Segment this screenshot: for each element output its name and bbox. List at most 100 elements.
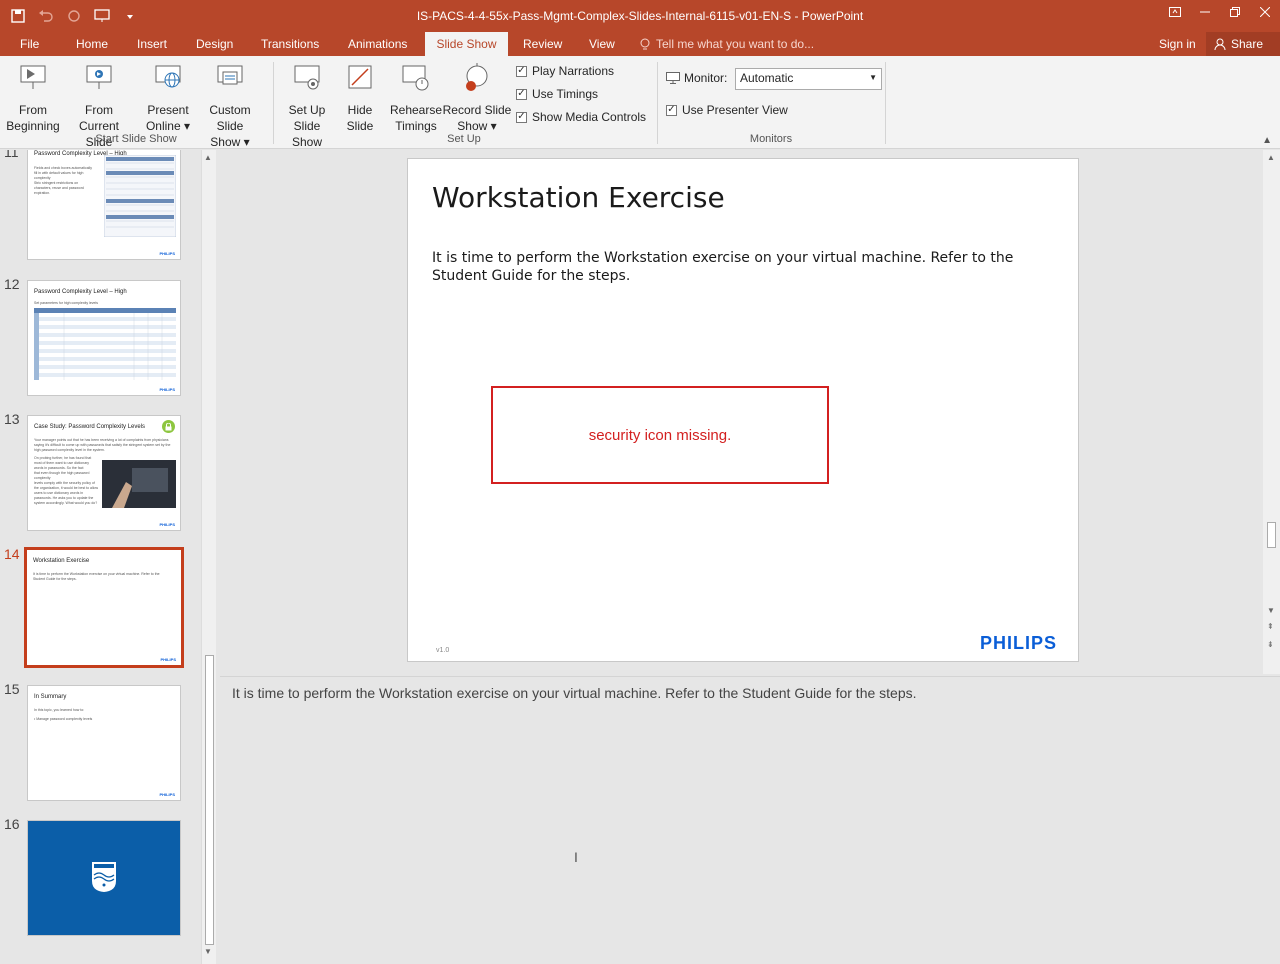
share-button[interactable]: Share: [1206, 32, 1280, 56]
ribbon: From Beginning From Current Slide Presen…: [0, 56, 1280, 149]
missing-security-icon-placeholder[interactable]: security icon missing.: [491, 386, 829, 484]
monitor-label-wrap: Monitor:: [666, 71, 727, 85]
play-narrations-checkbox[interactable]: ✓ Play Narrations: [516, 64, 614, 78]
record-slide-show-button[interactable]: Record Slide Show ▾: [442, 62, 512, 134]
slide-thumbnail-13[interactable]: Case Study: Password Complexity Levels Y…: [27, 415, 181, 531]
monitor-icon: [666, 72, 680, 84]
hide-slide-label-2: Slide: [346, 119, 374, 133]
thumb-logo: PHILIPS: [159, 792, 175, 797]
slide-thumbnail-pane: 11 Password Complexity Level – High Fiel…: [0, 150, 218, 964]
thumb-title: Workstation Exercise: [33, 558, 90, 564]
notes-text[interactable]: It is time to perform the Workstation ex…: [232, 685, 917, 701]
scrollbar-thumb[interactable]: [205, 655, 214, 945]
scroll-up-icon[interactable]: ▲: [204, 153, 212, 162]
scroll-down-icon[interactable]: ▼: [204, 947, 212, 956]
checkmark-icon: ✓: [666, 104, 677, 116]
rehearse-label-1: Rehearse: [389, 103, 443, 117]
custom-show-icon: [217, 65, 243, 85]
use-timings-checkbox[interactable]: ✓ Use Timings: [516, 87, 598, 101]
record-label-2: Show ▾: [457, 119, 497, 133]
tab-animations[interactable]: Animations: [340, 32, 415, 56]
group-separator: [273, 62, 274, 144]
restore-icon[interactable]: [1220, 0, 1250, 24]
thumb-text-col: On probing further, he has found that mos…: [34, 456, 99, 505]
checkmark-icon: ✓: [516, 65, 527, 77]
slide-number: 14: [4, 546, 20, 562]
from-current-label-1: From: [85, 103, 113, 117]
thumb-text: In this topic, you learned how to: • Mana…: [34, 708, 93, 721]
tab-file[interactable]: File: [12, 32, 47, 56]
hide-slide-button[interactable]: Hide Slide: [340, 62, 380, 134]
present-online-label-1: Present: [147, 103, 189, 117]
tab-slide-show[interactable]: Slide Show: [425, 32, 508, 56]
from-beginning-label-2: Beginning: [6, 119, 60, 133]
slide-thumbnail-16[interactable]: [27, 820, 181, 936]
tell-me-search[interactable]: Tell me what you want to do...: [640, 32, 814, 56]
chevron-down-icon: ▼: [869, 73, 877, 82]
thumb-photo-image: [102, 460, 176, 508]
show-media-controls-checkbox[interactable]: ✓ Show Media Controls: [516, 110, 646, 124]
slide-thumbnail-11[interactable]: Password Complexity Level – High Fields …: [27, 150, 181, 260]
slide-number: 16: [4, 816, 20, 832]
slide-title[interactable]: Workstation Exercise: [432, 181, 725, 214]
lock-icon: [162, 420, 175, 433]
notes-pane[interactable]: It is time to perform the Workstation ex…: [220, 676, 1280, 962]
thumb-logo: PHILIPS: [159, 522, 175, 527]
group-start-slide-show: Start Slide Show: [95, 133, 177, 145]
thumb-logo: PHILIPS: [159, 387, 175, 392]
tab-design[interactable]: Design: [188, 32, 241, 56]
close-icon[interactable]: [1250, 0, 1280, 24]
previous-slide-icon[interactable]: ⇞: [1267, 622, 1274, 631]
hide-slide-icon: [348, 65, 372, 89]
from-beginning-button[interactable]: From Beginning: [4, 62, 62, 134]
checkmark-icon: ✓: [516, 111, 527, 123]
group-separator: [657, 62, 658, 144]
lightbulb-icon: [640, 38, 650, 49]
use-presenter-view-checkbox[interactable]: ✓ Use Presenter View: [666, 103, 788, 117]
current-slide[interactable]: Workstation Exercise It is time to perfo…: [407, 158, 1079, 662]
slide-thumbnail-14[interactable]: Workstation Exercise It is time to perfo…: [24, 547, 184, 668]
slide-editor: Workstation Exercise It is time to perfo…: [220, 150, 1262, 674]
collapse-ribbon-icon[interactable]: ▲: [1262, 135, 1272, 146]
tab-view[interactable]: View: [581, 32, 623, 56]
slideshow-start-icon: [20, 65, 46, 89]
scrollbar-thumb[interactable]: [1267, 522, 1276, 548]
group-set-up: Set Up: [447, 133, 481, 145]
scroll-up-icon[interactable]: ▲: [1267, 153, 1275, 162]
share-label: Share: [1231, 37, 1264, 51]
rehearse-timings-button[interactable]: Rehearse Timings: [388, 62, 444, 134]
thumbnail-scrollbar[interactable]: ▲ ▼: [201, 150, 216, 964]
play-narrations-label: Play Narrations: [532, 64, 615, 78]
thumb-title: Password Complexity Level – High: [34, 289, 127, 295]
scroll-down-icon[interactable]: ▼: [1267, 606, 1275, 615]
sign-in-link[interactable]: Sign in: [1159, 32, 1196, 56]
present-online-button[interactable]: Present Online ▾: [140, 62, 196, 134]
ribbon-tabs: File Home Insert Design Transitions Anim…: [0, 32, 1280, 56]
ribbon-display-options-icon[interactable]: [1160, 0, 1190, 24]
thumb-form-image: [104, 155, 176, 237]
tab-review[interactable]: Review: [515, 32, 570, 56]
thumb-logo: PHILIPS: [160, 657, 176, 662]
setup-show-label-1: Set Up: [288, 103, 326, 117]
globe-icon: [155, 65, 181, 88]
slide-scrollbar[interactable]: ▲ ▼ ⇞ ⇟: [1263, 150, 1280, 674]
tell-me-placeholder: Tell me what you want to do...: [656, 37, 815, 51]
tab-home[interactable]: Home: [68, 32, 116, 56]
slide-thumbnail-12[interactable]: Password Complexity Level – High Set par…: [27, 280, 181, 396]
slide-body[interactable]: It is time to perform the Workstation ex…: [432, 249, 1032, 285]
monitor-label: Monitor:: [684, 71, 728, 85]
next-slide-icon[interactable]: ⇟: [1267, 640, 1274, 649]
tab-transitions[interactable]: Transitions: [253, 32, 327, 56]
slide-thumbnail-15[interactable]: In Summary In this topic, you learned ho…: [27, 685, 181, 801]
rehearse-label-2: Timings: [395, 119, 437, 133]
slide-number: 12: [4, 276, 20, 292]
setup-show-icon: [294, 65, 320, 90]
record-label-1: Record Slide: [442, 103, 512, 117]
minimize-icon[interactable]: [1190, 0, 1220, 24]
tab-insert[interactable]: Insert: [129, 32, 175, 56]
group-monitors: Monitors: [749, 133, 793, 145]
monitor-select[interactable]: Automatic ▼: [735, 68, 882, 90]
monitor-value: Automatic: [740, 71, 794, 85]
custom-show-label-1: Custom Slide: [209, 103, 251, 133]
presenter-view-label: Use Presenter View: [682, 103, 788, 117]
